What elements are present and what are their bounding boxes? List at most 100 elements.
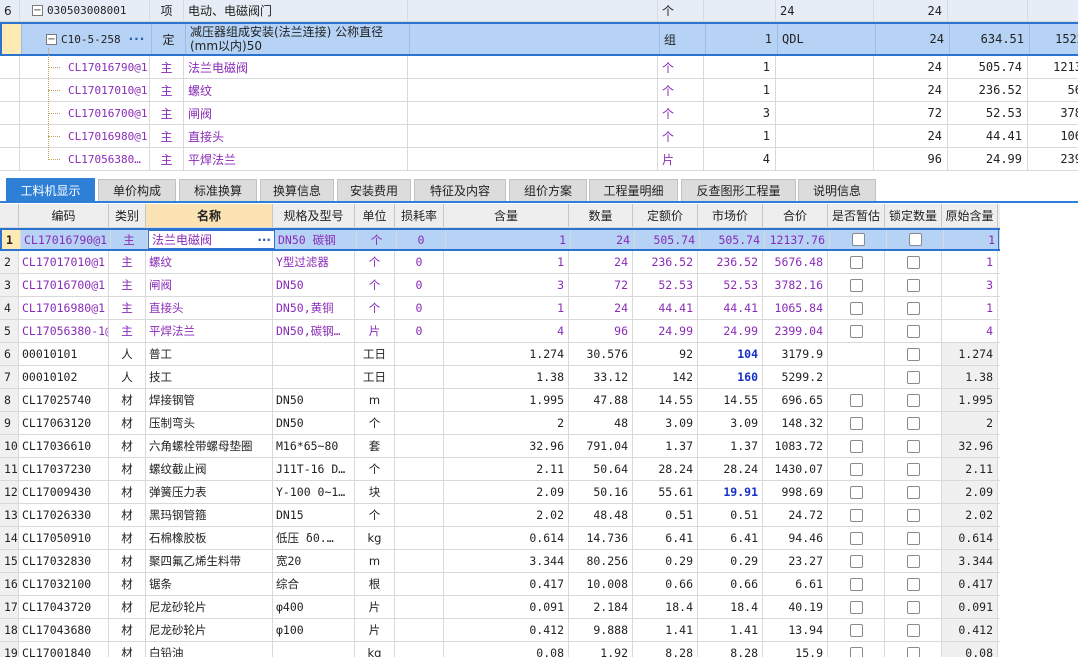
cell-lock[interactable] xyxy=(885,642,942,657)
cell-est[interactable] xyxy=(830,230,887,249)
cell-code[interactable]: CL17056380-1@1 xyxy=(19,320,109,342)
cell-name[interactable]: 平焊法兰 xyxy=(146,320,273,342)
cell-est[interactable] xyxy=(828,297,885,319)
upper-row[interactable]: − C10-5-258 ··· 定减压器组成安装(法兰连接) 公称直径(mm以内)50… xyxy=(0,22,1078,56)
cell-lock[interactable] xyxy=(885,412,942,434)
tab-5[interactable]: 安装费用 xyxy=(337,179,411,201)
estimate-checkbox[interactable] xyxy=(849,600,863,614)
estimate-checkbox[interactable] xyxy=(849,508,863,522)
estimate-checkbox[interactable] xyxy=(849,531,863,545)
lock-qty-checkbox[interactable] xyxy=(906,439,920,453)
column-header-orig[interactable]: 原始含量 xyxy=(942,204,998,227)
cell-est[interactable] xyxy=(828,320,885,342)
cell-code[interactable]: CL17017010@1 xyxy=(19,251,109,273)
cell-code[interactable]: CL17043680 xyxy=(19,619,109,641)
cell-lock[interactable] xyxy=(885,573,942,595)
resource-row[interactable]: 6 00010101 人普工 工日 1.274 30.576 92 104 3179.9 1.27… xyxy=(0,343,1000,366)
cell-mprice[interactable]: 19.91 xyxy=(698,481,763,503)
cell-est[interactable] xyxy=(828,435,885,457)
resource-row[interactable]: 14 CL17050910 材石棉橡胶板 低压 δ0.… kg 0.614 14.736 6.… xyxy=(0,527,1000,550)
cell-est[interactable] xyxy=(828,389,885,411)
cell-lock[interactable] xyxy=(885,435,942,457)
estimate-checkbox[interactable] xyxy=(849,393,863,407)
lock-qty-checkbox[interactable] xyxy=(906,600,920,614)
cell-name[interactable]: 白铅油 xyxy=(146,642,273,657)
cell-code[interactable]: CL17036610 xyxy=(19,435,109,457)
cell-code[interactable]: CL17016980@1 xyxy=(19,297,109,319)
upper-cell-code[interactable]: −030503008001 xyxy=(20,0,150,21)
cell-content[interactable]: 1.38 xyxy=(444,366,569,388)
cell-content[interactable]: 0.08 xyxy=(444,642,569,657)
cell-lock[interactable] xyxy=(885,343,942,365)
cell-content[interactable]: 4 xyxy=(444,320,569,342)
resource-row[interactable]: 7 00010102 人技工 工日 1.38 33.12 142 160 5299.2 1.38 xyxy=(0,366,1000,389)
cell-mprice[interactable]: 104 xyxy=(698,343,763,365)
cell-content[interactable]: 0.091 xyxy=(444,596,569,618)
upper-cell-code[interactable]: CL17017010@1 xyxy=(20,79,150,101)
cell-content[interactable]: 2.09 xyxy=(444,481,569,503)
upper-row[interactable]: CL17016790@1主法兰电磁阀 个1 24505.741213 xyxy=(0,56,1078,79)
column-header-spec[interactable]: 规格及型号 xyxy=(273,204,355,227)
cell-lock[interactable] xyxy=(885,596,942,618)
cell-lock[interactable] xyxy=(885,366,942,388)
cell-content[interactable]: 3.344 xyxy=(444,550,569,572)
upper-cell-code[interactable]: CL17016790@1 xyxy=(20,56,150,78)
estimate-checkbox[interactable] xyxy=(849,301,863,315)
cell-mprice[interactable]: 1.41 xyxy=(698,619,763,641)
cell-name[interactable]: 石棉橡胶板 xyxy=(146,527,273,549)
upper-cell-code[interactable]: CL17056380… xyxy=(20,148,150,170)
cell-name[interactable]: 技工 xyxy=(146,366,273,388)
cell-mprice[interactable]: 52.53 xyxy=(698,274,763,296)
lock-qty-checkbox[interactable] xyxy=(906,393,920,407)
cell-mprice[interactable]: 44.41 xyxy=(698,297,763,319)
resource-row[interactable]: 15 CL17032830 材聚四氟乙烯生料带 宽20 m 3.344 80.256 0.29… xyxy=(0,550,1000,573)
cell-est[interactable] xyxy=(828,251,885,273)
cell-lock[interactable] xyxy=(885,527,942,549)
cell-code[interactable]: 00010102 xyxy=(19,366,109,388)
lock-qty-checkbox[interactable] xyxy=(906,623,920,637)
column-header-qty[interactable]: 数量 xyxy=(569,204,633,227)
tab-10[interactable]: 说明信息 xyxy=(798,179,876,201)
tab-1[interactable]: 工料机显示 xyxy=(6,178,95,202)
upper-row[interactable]: CL17017010@1主螺纹 个1 24236.5256 xyxy=(0,79,1078,102)
cell-name[interactable]: 聚四氟乙烯生料带 xyxy=(146,550,273,572)
cell-mprice[interactable]: 505.74 xyxy=(700,230,765,249)
cell-name[interactable]: 螺纹截止阀 xyxy=(146,458,273,480)
cell-code[interactable]: CL17032100 xyxy=(19,573,109,595)
cell-est[interactable] xyxy=(828,458,885,480)
estimate-checkbox[interactable] xyxy=(849,255,863,269)
cell-name[interactable]: 闸阀 xyxy=(146,274,273,296)
upper-cell-code[interactable]: CL17016700@1 xyxy=(20,102,150,124)
estimate-checkbox[interactable] xyxy=(849,577,863,591)
upper-cell-code[interactable]: − C10-5-258 ··· xyxy=(22,24,152,54)
lock-qty-checkbox[interactable] xyxy=(906,577,920,591)
cell-lock[interactable] xyxy=(885,619,942,641)
cell-est[interactable] xyxy=(828,412,885,434)
cell-lock[interactable] xyxy=(885,297,942,319)
cell-mprice[interactable]: 1.37 xyxy=(698,435,763,457)
column-header-code[interactable]: 编码 xyxy=(19,204,109,227)
upper-row[interactable]: CL17016980@1主直接头 个1 2444.41106 xyxy=(0,125,1078,148)
column-header-est[interactable]: 是否暂估 xyxy=(828,204,885,227)
cell-code[interactable]: CL17032830 xyxy=(19,550,109,572)
tab-2[interactable]: 单价构成 xyxy=(98,179,176,201)
cell-lock[interactable] xyxy=(885,389,942,411)
cell-mprice[interactable]: 14.55 xyxy=(698,389,763,411)
cell-lock[interactable] xyxy=(885,458,942,480)
resource-row[interactable]: 19 CL17001840 材白铅油 kg 0.08 1.92 8.28 8.28 15.9 0.… xyxy=(0,642,1000,657)
lock-qty-checkbox[interactable] xyxy=(906,370,920,384)
cell-name[interactable]: 法兰电磁阀 ··· xyxy=(148,230,275,249)
column-header-content[interactable]: 含量 xyxy=(444,204,569,227)
upper-cell-name[interactable]: 直接头 xyxy=(184,125,408,147)
estimate-checkbox[interactable] xyxy=(849,623,863,637)
cell-est[interactable] xyxy=(828,481,885,503)
upper-cell-code[interactable]: CL17016980@1 xyxy=(20,125,150,147)
tab-9[interactable]: 反查图形工程量 xyxy=(681,179,796,201)
cell-name[interactable]: 黑玛钢管箍 xyxy=(146,504,273,526)
cell-code[interactable]: CL17037230 xyxy=(19,458,109,480)
cell-code[interactable]: CL17063120 xyxy=(19,412,109,434)
cell-est[interactable] xyxy=(828,527,885,549)
resource-row[interactable]: 17 CL17043720 材尼龙砂轮片 φ400 片 0.091 2.184 18.4 18.… xyxy=(0,596,1000,619)
estimate-checkbox[interactable] xyxy=(849,646,863,657)
column-header-total[interactable]: 合价 xyxy=(763,204,828,227)
